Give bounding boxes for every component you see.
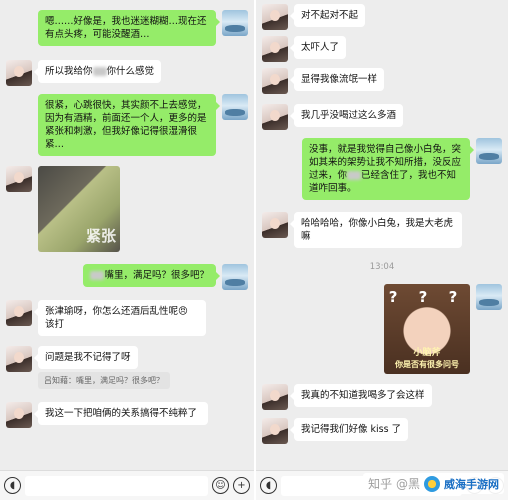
photo-caption: 紧张 bbox=[85, 227, 116, 245]
contact-avatar[interactable] bbox=[262, 68, 288, 94]
message-row: 对不起对不起 bbox=[262, 4, 366, 30]
message-text: 嘴里，满足吗？很多吧？ bbox=[104, 270, 209, 281]
my-avatar[interactable] bbox=[222, 264, 248, 290]
contact-avatar[interactable] bbox=[262, 212, 288, 238]
contact-avatar[interactable] bbox=[262, 384, 288, 410]
message-row: 哈哈哈哈，你像小白兔，我是大老虎嘛 bbox=[262, 212, 462, 248]
input-bar: ◖ ☺ + bbox=[0, 470, 254, 500]
site-logo-icon bbox=[424, 475, 440, 492]
message-row: 问题是我不记得了呀 bbox=[6, 346, 138, 372]
message-bubble[interactable]: 太吓人了 bbox=[289, 36, 347, 59]
contact-avatar[interactable] bbox=[262, 4, 288, 30]
message-row: 紧张 bbox=[6, 166, 120, 252]
right-chat-panel: 对不起对不起 太吓人了 显得我像流氓一样 我几乎没喝过这么多酒 没事，就是我觉得… bbox=[256, 0, 508, 500]
contact-avatar[interactable] bbox=[6, 300, 32, 326]
message-text: 所以我给你 bbox=[45, 66, 93, 77]
voice-icon[interactable]: ◖ bbox=[260, 477, 277, 494]
message-row: 我这一下把咱俩的关系搞得不纯粹了 bbox=[6, 402, 208, 428]
sticker-message[interactable]: ? ? ? 小脑斧 你是否有很多问号 bbox=[384, 284, 470, 374]
censor-blur bbox=[92, 67, 107, 76]
contact-avatar[interactable] bbox=[262, 104, 288, 130]
chat-timestamp: 13:04 bbox=[369, 262, 395, 272]
message-bubble[interactable]: 我几乎没喝过这么多酒 bbox=[289, 104, 404, 127]
message-bubble[interactable]: 没事，就是我觉得自己像小白兔，突如其来的架势让我不知所措，没反应过来，你 已经含住… bbox=[302, 138, 474, 200]
contact-avatar[interactable] bbox=[6, 60, 32, 86]
sticker-caption: 你是否有很多问号 bbox=[395, 360, 459, 369]
photo-message[interactable]: 紧张 bbox=[38, 166, 120, 252]
message-bubble[interactable]: 我真的不知道我喝多了会这样 bbox=[290, 384, 432, 407]
message-bubble[interactable]: 哈哈哈哈，你像小白兔，我是大老虎嘛 bbox=[290, 212, 462, 248]
censor-blur bbox=[347, 171, 362, 180]
message-bubble[interactable]: 所以我给你 你什么感觉 bbox=[33, 60, 162, 83]
message-row: 显得我像流氓一样 bbox=[262, 68, 385, 94]
my-avatar[interactable] bbox=[476, 138, 502, 164]
voice-icon[interactable]: ◖ bbox=[4, 477, 21, 494]
contact-avatar[interactable] bbox=[6, 346, 32, 372]
sticker-question-marks: ? ? ? bbox=[388, 288, 466, 306]
message-row: 我几乎没喝过这么多酒 bbox=[262, 104, 404, 130]
message-bubble[interactable]: 嘴里，满足吗？很多吧？ bbox=[83, 264, 220, 287]
my-avatar[interactable] bbox=[222, 94, 248, 120]
message-row: ? ? ? 小脑斧 你是否有很多问号 bbox=[384, 284, 502, 374]
message-row: 没事，就是我觉得自己像小白兔，突如其来的架势让我不知所措，没反应过来，你 已经含住… bbox=[302, 138, 502, 200]
message-row: 我真的不知道我喝多了会这样 bbox=[262, 384, 432, 410]
message-bubble[interactable]: 张津瑜呀，你怎么还酒后乱性呢😠 该打 bbox=[34, 300, 206, 336]
watermark: 知乎 @黑 威海手游网 bbox=[363, 473, 504, 494]
left-chat-panel: 嗯……好像是，我也迷迷糊糊…现在还有点头疼，可能没醒酒… 所以我给你 你什么感觉 … bbox=[0, 0, 254, 500]
message-row: 很紧，心跳很快，其实颜不上去感觉，因为有酒精，前面还一个人，更多的是紧张和刺激，… bbox=[38, 94, 248, 156]
watermark-site: 威海手游网 bbox=[444, 477, 499, 491]
message-row: 张津瑜呀，你怎么还酒后乱性呢😠 该打 bbox=[6, 300, 206, 336]
message-row: 嘴里，满足吗？很多吧？ bbox=[83, 264, 248, 290]
contact-avatar[interactable] bbox=[6, 166, 32, 192]
message-input[interactable] bbox=[25, 475, 208, 496]
contact-avatar[interactable] bbox=[6, 402, 32, 428]
message-bubble[interactable]: 我这一下把咱俩的关系搞得不纯粹了 bbox=[34, 402, 208, 425]
contact-avatar[interactable] bbox=[262, 418, 288, 444]
message-row: 嗯……好像是，我也迷迷糊糊…现在还有点头疼，可能没醒酒… bbox=[38, 10, 248, 46]
message-bubble[interactable]: 显得我像流氓一样 bbox=[289, 68, 385, 91]
emoji-icon[interactable]: ☺ bbox=[212, 477, 229, 494]
watermark-text: 知乎 @黑 bbox=[368, 477, 420, 491]
sticker-caption: 小脑斧 bbox=[413, 348, 441, 358]
message-row: 所以我给你 你什么感觉 bbox=[6, 60, 162, 86]
message-bubble[interactable]: 嗯……好像是，我也迷迷糊糊…现在还有点头疼，可能没醒酒… bbox=[38, 10, 220, 46]
message-text: 你什么感觉 bbox=[106, 66, 155, 77]
censor-blur bbox=[90, 271, 105, 280]
quoted-message[interactable]: 吕知藉：嘴里，满足吗？很多吧？ bbox=[38, 372, 170, 389]
message-bubble[interactable]: 很紧，心跳很快，其实颜不上去感觉，因为有酒精，前面还一个人，更多的是紧张和刺激，… bbox=[38, 94, 220, 156]
message-bubble[interactable]: 对不起对不起 bbox=[289, 4, 366, 27]
my-avatar[interactable] bbox=[222, 10, 248, 36]
my-avatar[interactable] bbox=[476, 284, 502, 310]
message-bubble[interactable]: 问题是我不记得了呀 bbox=[34, 346, 138, 369]
message-row: 我记得我们好像 kiss 了 bbox=[262, 418, 409, 444]
contact-avatar[interactable] bbox=[262, 36, 288, 62]
message-bubble[interactable]: 我记得我们好像 kiss 了 bbox=[289, 418, 409, 441]
message-row: 太吓人了 bbox=[262, 36, 347, 62]
plus-icon[interactable]: + bbox=[233, 477, 250, 494]
